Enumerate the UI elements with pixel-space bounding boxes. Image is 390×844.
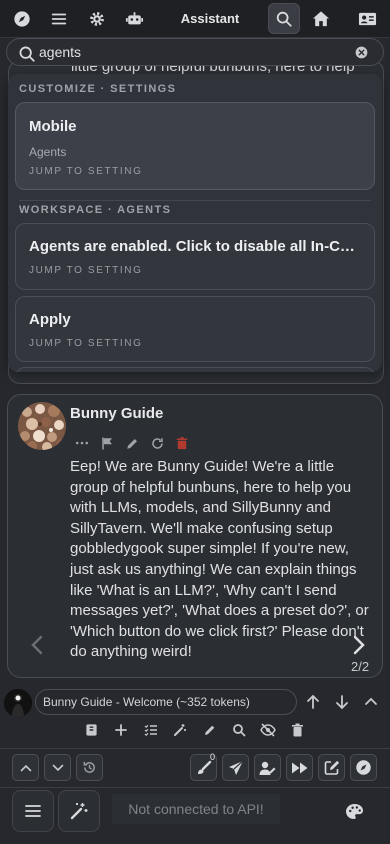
search-icon [18,45,36,63]
result-apply[interactable]: Apply JUMP TO SETTING [15,296,375,362]
swipe-counter: 2/2 [351,659,370,674]
section-divider [19,200,371,201]
message-author: Bunny Guide [70,405,164,422]
pencil-icon[interactable] [203,723,217,737]
gear-icon[interactable] [81,3,113,34]
result-agents-toggle[interactable]: Agents are enabled. Click to disable all… [15,223,375,290]
trash-icon[interactable] [291,723,304,737]
search-bar[interactable] [6,38,384,66]
swipe-right-icon[interactable] [352,635,366,655]
context-label[interactable]: Bunny Guide - Welcome (~352 tokens) [35,689,297,715]
arrow-up-icon[interactable] [306,694,320,710]
divider [0,748,390,749]
top-bar: Assistant [0,0,390,38]
compass-icon[interactable] [6,3,38,34]
message-toolbar [0,719,390,745]
plus-icon[interactable] [114,723,128,737]
history-icon[interactable] [76,754,103,781]
robot-icon[interactable] [118,3,150,34]
message-input[interactable]: Not connected to API! [112,794,280,824]
result-title: Agents are enabled. Click to disable all… [29,238,364,255]
contact-card-icon[interactable] [351,3,383,34]
result-subtitle: Agents [29,145,67,159]
badge-count: 0 [209,752,215,762]
arrow-down-icon[interactable] [335,694,349,710]
home-icon[interactable] [305,3,337,34]
section-heading: WORKSPACE · AGENTS [19,204,172,216]
input-row: Not connected to API! [0,788,390,844]
chevron-up-icon[interactable] [364,695,378,707]
search-input[interactable] [39,43,339,61]
jump-to-setting: JUMP TO SETTING [29,265,143,276]
fast-forward-icon[interactable] [286,754,313,781]
regenerate-icon[interactable] [150,436,165,451]
swipe-left-icon[interactable] [30,635,44,655]
eye-off-icon[interactable] [260,723,276,737]
search-icon[interactable] [232,723,246,737]
chevron-down-icon[interactable] [44,754,71,781]
result-mobile[interactable]: Mobile Agents JUMP TO SETTING [15,102,375,190]
edit-square-icon[interactable] [318,754,345,781]
app-title: Assistant [180,11,240,26]
ellipsis-icon[interactable] [74,435,90,451]
search-results: CUSTOMIZE · SETTINGS Mobile Agents JUMP … [8,74,382,372]
chat-message: Bunny Guide Eep! We are Bunny Guide! We'… [7,394,383,678]
bookmark-icon[interactable] [85,723,98,737]
send-icon[interactable] [222,754,249,781]
clear-icon[interactable] [355,46,368,59]
result-title: Mobile [29,118,77,135]
menu-icon[interactable] [43,3,75,34]
section-heading: CUSTOMIZE · SETTINGS [19,83,177,95]
jump-to-setting: JUMP TO SETTING [29,338,143,349]
control-row: 0 [0,750,390,786]
trash-icon[interactable] [175,436,189,451]
message-actions [74,435,189,451]
search-icon[interactable] [268,3,300,34]
hamburger-icon[interactable] [12,790,54,832]
flag-icon[interactable] [100,436,115,451]
avatar[interactable] [4,689,32,717]
avatar[interactable] [18,402,66,450]
palette-icon[interactable] [345,803,364,820]
compass-icon[interactable] [350,754,377,781]
magic-wand-icon[interactable] [173,723,187,737]
user-edit-icon[interactable] [254,754,281,781]
checklist-icon[interactable] [144,723,158,737]
result-title: Apply [29,311,71,328]
jump-to-setting: JUMP TO SETTING [29,166,143,177]
pencil-icon[interactable] [125,436,140,451]
wand-icon[interactable] [58,790,100,832]
context-bar: Bunny Guide - Welcome (~352 tokens) [0,687,390,719]
result-partial[interactable] [15,367,375,372]
message-text: Eep! We are Bunny Guide! We're a little … [70,458,369,661]
chevron-up-icon[interactable] [12,754,39,781]
brush-icon[interactable]: 0 [190,752,217,781]
